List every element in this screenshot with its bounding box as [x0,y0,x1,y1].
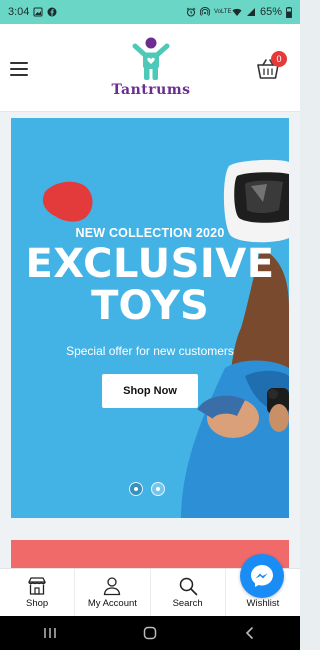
home-icon[interactable] [143,626,157,640]
status-bar: 3:04 VoLTE 65% [0,0,300,24]
account-icon [104,577,121,596]
search-icon [179,577,197,596]
nav-shop-label: Shop [26,598,49,609]
slider-pagination [129,482,165,496]
decorative-blob [42,181,93,222]
status-time: 3:04 [8,6,30,18]
hamburger-menu-icon[interactable] [10,62,28,76]
brand-logo[interactable]: Tantrums [108,36,194,102]
nav-my-account-label: My Account [87,598,137,609]
nav-search[interactable]: Search [151,569,226,616]
gallery-icon [33,7,43,17]
back-icon[interactable] [243,626,257,640]
slider-dot-2[interactable] [151,482,165,496]
network-type: VoLTE [213,9,232,15]
app-screen: 3:04 VoLTE 65% Tantrums 0 NEW COLLECTION… [0,0,300,650]
battery-icon [286,6,292,18]
nav-my-account[interactable]: My Account [75,569,151,616]
hero-headline-line2: TOYS [91,283,209,329]
brand-name: Tantrums [111,82,191,98]
recent-apps-icon[interactable] [43,626,57,640]
alarm-icon [186,7,196,17]
nav-wishlist-label: Wishlist [246,598,280,609]
cart-count-badge: 0 [271,51,287,67]
messenger-icon [251,565,273,587]
nav-shop[interactable]: Shop [0,569,76,616]
messenger-chat-button[interactable] [240,554,284,598]
battery-percent: 65% [259,6,282,18]
facebook-icon [47,7,57,17]
hero-offer-text: Special offer for new customers [66,344,234,358]
system-navigation-bar [0,616,300,650]
signal-icon [246,8,255,16]
shop-now-button[interactable]: Shop Now [102,374,198,408]
hotspot-icon [199,7,210,16]
slider-dot-1[interactable] [129,482,143,496]
collection-label: NEW COLLECTION 2020 [75,226,225,240]
tantrums-mascot-icon [132,37,170,80]
hero-slider[interactable]: NEW COLLECTION 2020 EXCLUSIVE TOYS Speci… [11,118,289,518]
wifi-icon [232,8,242,16]
nav-search-label: Search [172,598,203,609]
app-header: Tantrums 0 [0,24,300,112]
shop-icon [28,577,46,595]
hero-headline-line1: EXCLUSIVE [25,241,275,287]
